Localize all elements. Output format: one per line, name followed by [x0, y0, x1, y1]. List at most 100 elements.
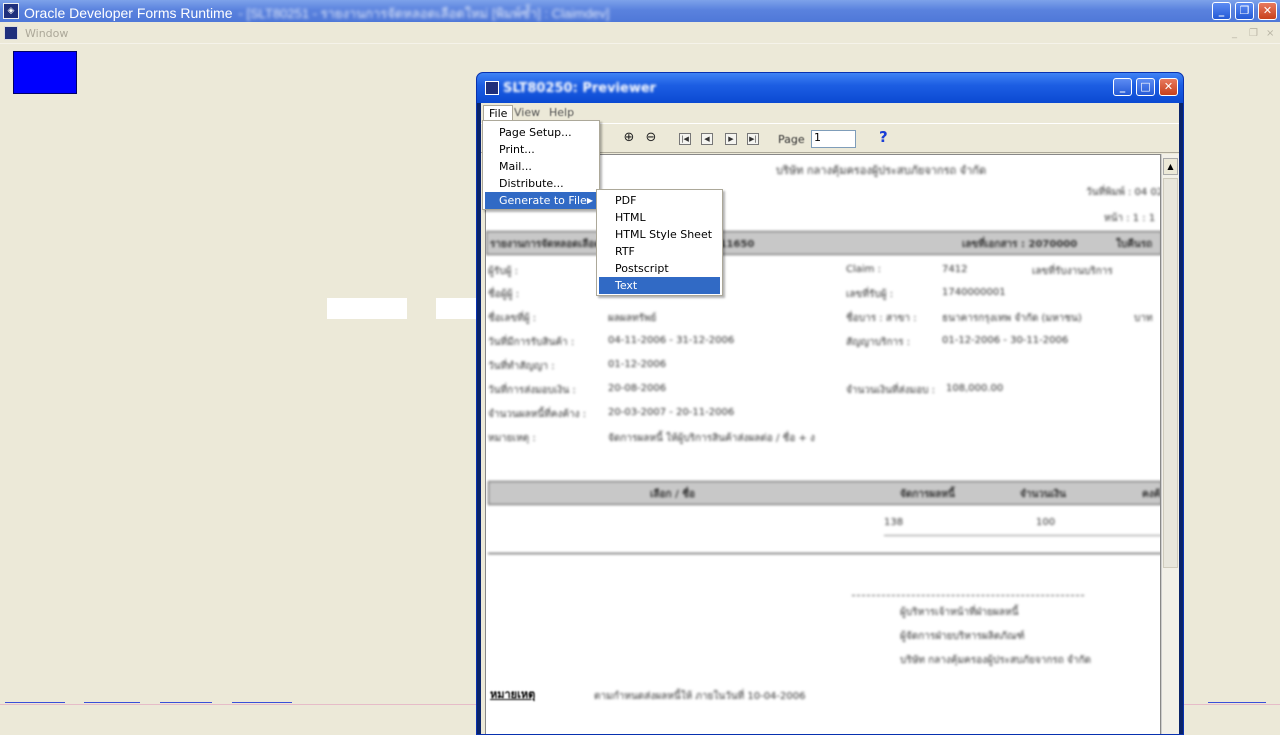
- scroll-thumb[interactable]: [1163, 178, 1178, 568]
- report-row-label: ชื่อผู้ผู้ :: [488, 289, 520, 300]
- previewer-icon: [485, 81, 499, 95]
- submenu-arrow-icon: ▶: [586, 196, 593, 205]
- previewer-minimize-button[interactable]: _: [1113, 78, 1132, 96]
- report-row-label: ชื่อเลขที่ผู้ :: [488, 313, 537, 324]
- divider: [5, 702, 65, 703]
- app-title-bar: ◈ Oracle Developer Forms Runtime - [SLT80…: [0, 0, 1280, 22]
- previewer-title-bar[interactable]: SLT80250: Previewer _ □ ✕: [477, 73, 1183, 103]
- report-page-info: หน้า : 1 : 1: [1104, 213, 1156, 224]
- remark-text: ตามกำหนดส่งผลหนี้ให้ ภายในวันที่ 10-04-2…: [594, 691, 806, 702]
- menu-help[interactable]: Help: [544, 105, 579, 120]
- report-content: บริษัท กลางคุ้มครองผู้ประสบภัยจากรถ จำกั…: [486, 155, 1161, 734]
- next-page-icon[interactable]: ▶: [725, 133, 737, 145]
- report-row-value: 7412: [942, 264, 968, 275]
- previewer-maximize-button[interactable]: □: [1136, 78, 1155, 96]
- report-row-value: 1740000001: [942, 287, 1006, 298]
- submenu-item-postscript[interactable]: Postscript: [599, 260, 720, 277]
- report-row-value: 20-08-2006: [608, 383, 667, 394]
- app-title: Oracle Developer Forms Runtime - [SLT8025…: [24, 3, 610, 24]
- report-table-header-cell: เลือก / ชื่อ: [650, 489, 696, 500]
- menu-item-generate-to-file[interactable]: Generate to File ▶: [485, 192, 599, 209]
- report-table-header-cell: จัดการผลหนี้: [900, 489, 955, 500]
- background-field: [436, 298, 476, 319]
- report-row-value: 01-12-2006: [608, 359, 667, 370]
- report-row-label: จำนวนผลหนี้ที่คงค้าง :: [488, 409, 587, 420]
- report-table-header-cell: คงค้าง: [1142, 489, 1161, 500]
- menu-window[interactable]: Window: [25, 27, 68, 40]
- report-row-value: ผลผลทรัพย์: [608, 313, 657, 324]
- last-page-icon[interactable]: ▶|: [747, 133, 759, 145]
- submenu-item-html[interactable]: HTML: [599, 209, 720, 226]
- menu-item-print[interactable]: Print...: [485, 141, 599, 158]
- file-menu-dropdown: Page Setup... Print... Mail... Distribut…: [482, 120, 600, 210]
- report-table-cell: 138: [884, 517, 904, 528]
- app-title-suffix: - [SLT80251 - รายงานการจัดหลอดเลือดใหม่ …: [238, 6, 610, 21]
- app-icon: ◈: [3, 3, 19, 19]
- report-page-info: วันที่พิมพ์ : 04 02: [1086, 187, 1161, 198]
- signature-text: ผู้บริหารเจ้าหน้าที่ฝ่ายผลหนี้: [900, 607, 1019, 618]
- report-row-value: 20-03-2007 - 20-11-2006: [608, 407, 735, 418]
- page-number-input[interactable]: 1: [811, 130, 856, 148]
- report-row-label: หมายเหตุ :: [488, 433, 536, 444]
- menu-view[interactable]: View: [509, 105, 545, 120]
- app-title-text: Oracle Developer Forms Runtime: [24, 5, 233, 21]
- mdi-restore-icon[interactable]: ❐: [1249, 28, 1258, 39]
- previewer-title: SLT80250: Previewer: [503, 81, 657, 96]
- report-row-value: 01-12-2006 - 30-11-2006: [942, 335, 1069, 346]
- report-row-label: วันที่มีการรับสินค้า :: [488, 337, 575, 348]
- form-blue-block: [13, 51, 77, 94]
- minimize-button[interactable]: _: [1212, 2, 1231, 20]
- report-row-value: จัดการผลหนี้ ให้ผู้บริการสินค้าส่งผลต่อ …: [608, 433, 815, 444]
- help-icon[interactable]: ?: [879, 128, 888, 146]
- report-row-value: เลขที่รับงานบริการ: [1032, 266, 1113, 277]
- report-row-value: 04-11-2006 - 31-12-2006: [608, 335, 735, 346]
- menu-item-label: Generate to File: [499, 194, 587, 207]
- signature-line: [852, 595, 1084, 596]
- report-row-value: บาท: [1134, 313, 1153, 324]
- divider: [84, 702, 140, 703]
- divider: [232, 702, 292, 703]
- report-row-value: ธนาคารกรุงเทพ จำกัด (มหาชน): [942, 313, 1082, 324]
- report-page: บริษัท กลางคุ้มครองผู้ประสบภัยจากรถ จำกั…: [485, 154, 1161, 734]
- app-menu-bar: Window _ ❐ ×: [0, 22, 1280, 44]
- vertical-scrollbar[interactable]: ▲: [1161, 154, 1179, 734]
- background-field: [327, 298, 407, 319]
- zoom-in-icon[interactable]: ⊕: [621, 130, 637, 146]
- submenu-item-text[interactable]: Text: [599, 277, 720, 294]
- zoom-out-icon[interactable]: ⊖: [643, 130, 659, 146]
- divider: [488, 553, 1160, 554]
- mdi-minimize-icon[interactable]: _: [1232, 28, 1237, 39]
- report-table-cell: 100: [1036, 517, 1056, 528]
- close-button[interactable]: ✕: [1258, 2, 1277, 20]
- divider: [160, 702, 212, 703]
- previous-page-icon[interactable]: ◀: [701, 133, 713, 145]
- divider: [884, 535, 1160, 536]
- menu-item-mail[interactable]: Mail...: [485, 158, 599, 175]
- report-row-label: เลขที่รับผู้ :: [846, 289, 894, 300]
- report-row-value: 108,000.00: [946, 383, 1004, 394]
- signature-text: ผู้จัดการฝ่ายบริหารผลิตภัณฑ์: [900, 631, 1025, 642]
- report-row-label: ผู้รับผู้ :: [488, 266, 518, 277]
- report-table-header-cell: จำนวนเงิน: [1020, 489, 1066, 500]
- submenu-item-html-style-sheet[interactable]: HTML Style Sheet: [599, 226, 720, 243]
- previewer-close-button[interactable]: ✕: [1159, 78, 1178, 96]
- generate-submenu: PDF HTML HTML Style Sheet RTF Postscript…: [596, 189, 723, 296]
- report-row-label: สัญญาบริการ :: [846, 337, 911, 348]
- report-band-right: เลขที่เอกสาร : 2070000: [962, 239, 1078, 250]
- signature-text: บริษัท กลางคุ้มครองผู้ประสบภัยจากรถ จำกั…: [900, 655, 1092, 666]
- menu-item-distribute[interactable]: Distribute...: [485, 175, 599, 192]
- remark-label: หมายเหตุ: [490, 688, 536, 701]
- report-row-label: Claim :: [846, 264, 881, 275]
- mdi-close-icon[interactable]: ×: [1266, 28, 1274, 39]
- scroll-up-icon[interactable]: ▲: [1163, 158, 1178, 175]
- menu-item-page-setup[interactable]: Page Setup...: [485, 124, 599, 141]
- report-band-right: ใบคืนรถ: [1116, 239, 1153, 250]
- submenu-item-rtf[interactable]: RTF: [599, 243, 720, 260]
- divider: [1208, 702, 1266, 703]
- mdi-icon: [4, 26, 18, 40]
- first-page-icon[interactable]: |◀: [679, 133, 691, 145]
- report-row-label: วันที่การส่งมอบเงิน :: [488, 385, 576, 396]
- report-row-label: วันที่ทำสัญญา :: [488, 361, 555, 372]
- submenu-item-pdf[interactable]: PDF: [599, 192, 720, 209]
- restore-button[interactable]: ❐: [1235, 2, 1254, 20]
